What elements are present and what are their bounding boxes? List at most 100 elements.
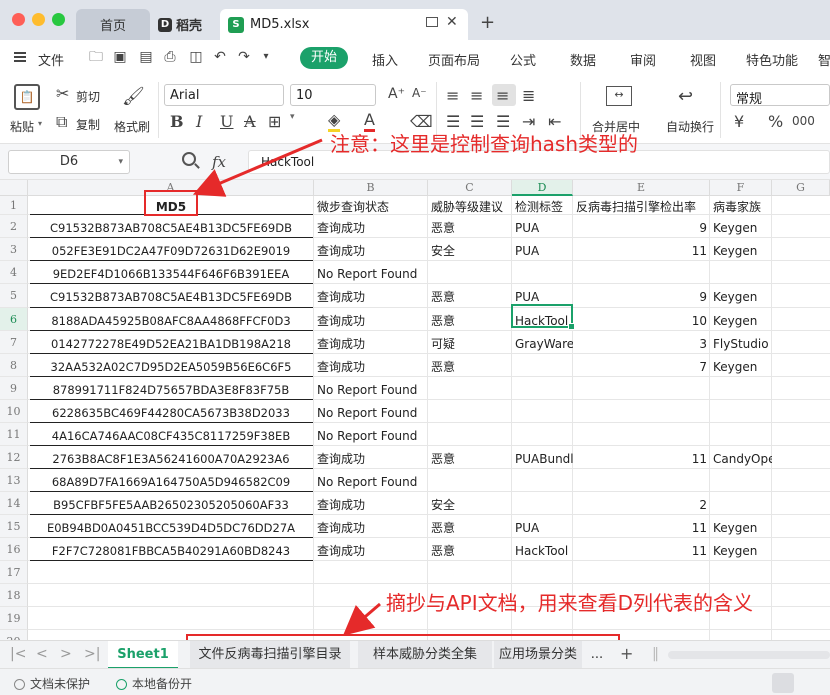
- percent-icon[interactable]: %: [768, 112, 783, 131]
- bold-icon[interactable]: B: [170, 112, 184, 131]
- md5-cell[interactable]: 2763B8AC8F1E3A56241600A70A2923A6: [28, 449, 314, 469]
- table-cell[interactable]: 查询成功: [314, 311, 428, 331]
- table-cell[interactable]: [512, 264, 573, 284]
- borders-icon[interactable]: ⊞: [268, 112, 281, 131]
- table-cell[interactable]: 9: [573, 218, 710, 238]
- last-sheet-icon[interactable]: >|: [84, 646, 100, 662]
- table-cell[interactable]: Keygen: [710, 357, 772, 377]
- italic-icon[interactable]: I: [196, 112, 202, 131]
- wrap-text-button[interactable]: 自动换行: [666, 118, 714, 135]
- zoom-window-button[interactable]: [52, 13, 65, 26]
- paste-icon[interactable]: 📋: [14, 84, 40, 110]
- table-cell[interactable]: [428, 264, 512, 284]
- window-mode-icon[interactable]: [426, 17, 438, 27]
- menu-view[interactable]: 视图: [690, 50, 716, 69]
- paste-dropdown-icon[interactable]: ▾: [38, 119, 42, 128]
- table-cell[interactable]: PUA: [512, 518, 573, 538]
- table-cell[interactable]: 恶意: [428, 541, 512, 561]
- menu-smart[interactable]: 智: [818, 50, 830, 69]
- table-cell[interactable]: 恶意: [428, 449, 512, 469]
- doc-protection-status[interactable]: 文档未保护: [14, 675, 90, 692]
- close-window-button[interactable]: [12, 13, 25, 26]
- fx-icon[interactable]: fx: [212, 153, 226, 171]
- table-cell[interactable]: 恶意: [428, 218, 512, 238]
- column-header-b[interactable]: B: [314, 180, 428, 196]
- table-header-cell[interactable]: 微步查询状态: [314, 199, 428, 215]
- table-cell[interactable]: 查询成功: [314, 449, 428, 469]
- table-cell[interactable]: 9: [573, 287, 710, 308]
- print-icon[interactable]: ⎙: [162, 49, 178, 65]
- md5-cell[interactable]: 32AA532A02C7D95D2EA5059B56E6C6F5: [28, 357, 314, 377]
- table-cell[interactable]: 查询成功: [314, 518, 428, 538]
- table-cell[interactable]: [573, 264, 710, 284]
- row-header[interactable]: 20: [0, 630, 28, 640]
- table-cell[interactable]: [512, 472, 573, 492]
- table-cell[interactable]: 11: [573, 541, 710, 561]
- currency-icon[interactable]: ¥: [734, 112, 744, 131]
- md5-cell[interactable]: 0142772278E49D52EA21BA1DB198A218: [28, 334, 314, 354]
- table-cell[interactable]: HackTool: [512, 541, 573, 561]
- underline-icon[interactable]: U: [220, 112, 233, 131]
- table-cell[interactable]: 恶意: [428, 518, 512, 538]
- table-cell[interactable]: PUABundl: [512, 449, 573, 469]
- menu-formulas[interactable]: 公式: [510, 50, 536, 69]
- table-cell[interactable]: [428, 403, 512, 423]
- table-cell[interactable]: Keygen: [710, 218, 772, 238]
- menu-review[interactable]: 审阅: [630, 50, 656, 69]
- row-header[interactable]: 13: [0, 469, 28, 492]
- minimize-window-button[interactable]: [32, 13, 45, 26]
- table-cell[interactable]: Keygen: [710, 518, 772, 538]
- table-cell[interactable]: No Report Found: [314, 264, 428, 284]
- font-size-select[interactable]: 10: [290, 84, 376, 106]
- scissors-icon[interactable]: ✂: [56, 84, 69, 103]
- align-bottom-icon[interactable]: ≡: [496, 86, 509, 105]
- table-cell[interactable]: No Report Found: [314, 426, 428, 446]
- row-header[interactable]: 8: [0, 354, 28, 377]
- table-cell[interactable]: 11: [573, 241, 710, 261]
- table-cell[interactable]: CandyOpen: [710, 449, 772, 469]
- scroll-splitter-icon[interactable]: ‖: [652, 646, 659, 662]
- table-cell[interactable]: [710, 495, 772, 515]
- menu-features[interactable]: 特色功能: [746, 50, 798, 69]
- copy-button[interactable]: 复制: [76, 116, 100, 133]
- table-cell[interactable]: GrayWare: [512, 334, 573, 354]
- new-tab-button[interactable]: +: [480, 12, 495, 33]
- backup-status[interactable]: 本地备份开: [116, 675, 192, 692]
- row-header[interactable]: 3: [0, 238, 28, 261]
- spreadsheet-grid[interactable]: ABCDEFG 1234567891011121314151617181920 …: [0, 180, 830, 640]
- select-all-corner[interactable]: [0, 180, 28, 196]
- print-preview-icon[interactable]: ◫: [188, 49, 204, 65]
- table-cell[interactable]: [710, 472, 772, 492]
- table-cell[interactable]: [512, 426, 573, 446]
- page-view-icon[interactable]: [800, 673, 822, 693]
- row-header[interactable]: 12: [0, 446, 28, 469]
- paste-button[interactable]: 粘贴: [10, 118, 34, 135]
- table-cell[interactable]: Keygen: [710, 287, 772, 308]
- table-cell[interactable]: [428, 426, 512, 446]
- row-header[interactable]: 10: [0, 400, 28, 423]
- table-cell[interactable]: 恶意: [428, 287, 512, 308]
- table-cell[interactable]: 查询成功: [314, 541, 428, 561]
- horizontal-scrollbar[interactable]: [668, 651, 830, 659]
- md5-cell[interactable]: B95CFBF5FE5AAB26502305205060AF33: [28, 495, 314, 515]
- sheet-tab-threat-categories[interactable]: 样本威胁分类全集: [358, 641, 492, 669]
- row-header[interactable]: 19: [0, 607, 28, 630]
- table-cell[interactable]: PUA: [512, 241, 573, 261]
- table-cell[interactable]: 可疑: [428, 334, 512, 354]
- increase-font-icon[interactable]: A⁺: [388, 86, 405, 102]
- prev-sheet-icon[interactable]: <: [36, 646, 48, 662]
- column-header-f[interactable]: F: [710, 180, 772, 196]
- menu-icon[interactable]: [14, 52, 26, 62]
- decrease-font-icon[interactable]: A⁻: [412, 86, 427, 100]
- table-cell[interactable]: 查询成功: [314, 357, 428, 377]
- md5-cell[interactable]: 878991711F824D75657BDA3E8F83F75B: [28, 380, 314, 400]
- number-format-select[interactable]: 常规: [730, 84, 830, 107]
- table-cell[interactable]: [573, 426, 710, 446]
- row-header[interactable]: 5: [0, 284, 28, 308]
- copy-icon[interactable]: ⧉: [56, 112, 67, 132]
- menu-page-layout[interactable]: 页面布局: [428, 50, 480, 69]
- export-pdf-icon[interactable]: ▤: [138, 49, 154, 65]
- menu-file[interactable]: 文件: [38, 50, 64, 69]
- align-middle-icon[interactable]: ≡: [470, 86, 483, 105]
- sheet-tab-scenarios[interactable]: 应用场景分类: [494, 641, 582, 669]
